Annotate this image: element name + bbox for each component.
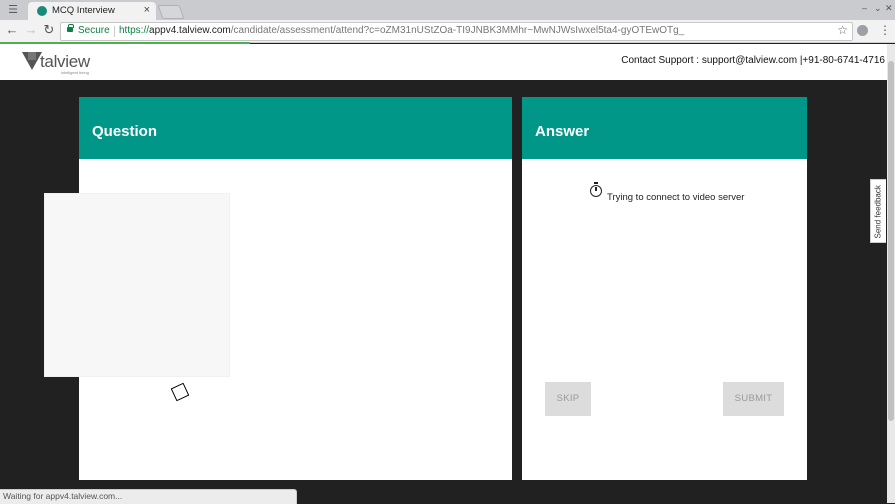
question-panel-header: Question bbox=[79, 97, 512, 159]
url-text: https://appv4.talview.com/candidate/asse… bbox=[119, 25, 684, 36]
status-text: Waiting for appv4.talview.com... bbox=[3, 491, 123, 501]
reload-icon[interactable]: ↻ bbox=[42, 23, 56, 37]
address-separator bbox=[114, 26, 115, 37]
stopwatch-icon bbox=[590, 182, 602, 197]
logo-text: talview bbox=[40, 52, 90, 71]
send-feedback-label: Send feedback bbox=[873, 185, 883, 239]
question-content-placeholder bbox=[44, 193, 230, 377]
answer-panel: Answer Trying to connect to video server… bbox=[522, 97, 807, 480]
contact-support-text: Contact Support : support@talview.com |+… bbox=[621, 55, 885, 66]
question-panel: Question bbox=[44, 97, 512, 480]
url-path: /candidate/assessment/attend?c=oZM31nUSt… bbox=[230, 25, 685, 36]
submit-button[interactable]: SUBMIT bbox=[723, 382, 784, 416]
minimize-icon[interactable]: ‒ bbox=[862, 3, 867, 13]
browser-status-bar: Waiting for appv4.talview.com... bbox=[0, 489, 297, 504]
browser-toolbar: ← → ↻ Secure https://appv4.talview.com/c… bbox=[0, 20, 895, 43]
new-tab-button[interactable] bbox=[157, 5, 185, 19]
bookmark-star-icon[interactable]: ☆ bbox=[837, 23, 848, 37]
address-bar[interactable]: Secure https://appv4.talview.com/candida… bbox=[60, 22, 853, 41]
scrollbar-thumb[interactable] bbox=[888, 61, 894, 421]
url-scheme: https:// bbox=[119, 25, 150, 36]
secure-label: Secure bbox=[78, 25, 110, 36]
back-arrow-icon[interactable]: ← bbox=[5, 23, 19, 37]
answer-title: Answer bbox=[535, 123, 590, 140]
site-header: talview intelligent hiring Contact Suppo… bbox=[0, 44, 887, 80]
extension-icon[interactable] bbox=[857, 25, 868, 36]
maximize-icon[interactable]: ⌄ bbox=[874, 3, 882, 14]
url-host: appv4.talview.com bbox=[149, 25, 231, 36]
close-window-icon[interactable]: ✕ bbox=[885, 3, 893, 14]
send-feedback-tab[interactable]: Send feedback bbox=[870, 179, 886, 243]
window-menu-icon[interactable]: ☰ bbox=[6, 4, 20, 16]
browser-menu-icon[interactable]: ⋮ bbox=[879, 23, 891, 37]
skip-button[interactable]: SKIP bbox=[545, 382, 591, 416]
lock-icon bbox=[67, 24, 74, 32]
page-scrollbar[interactable] bbox=[887, 44, 895, 503]
question-title: Question bbox=[92, 123, 158, 140]
talview-favicon-icon bbox=[37, 6, 47, 16]
connection-status-text: Trying to connect to video server bbox=[607, 192, 745, 203]
talview-logo-icon bbox=[22, 52, 42, 70]
tab-close-icon[interactable]: × bbox=[144, 4, 150, 17]
forward-arrow-icon[interactable]: → bbox=[24, 23, 38, 37]
logo-tagline: intelligent hiring bbox=[61, 70, 89, 75]
tab-title: MCQ Interview bbox=[52, 5, 115, 16]
browser-tab[interactable]: MCQ Interview × bbox=[28, 2, 156, 20]
answer-panel-header: Answer bbox=[522, 97, 807, 159]
browser-tab-strip: ☰ MCQ Interview × ‒ ⌄ ✕ bbox=[0, 0, 895, 20]
